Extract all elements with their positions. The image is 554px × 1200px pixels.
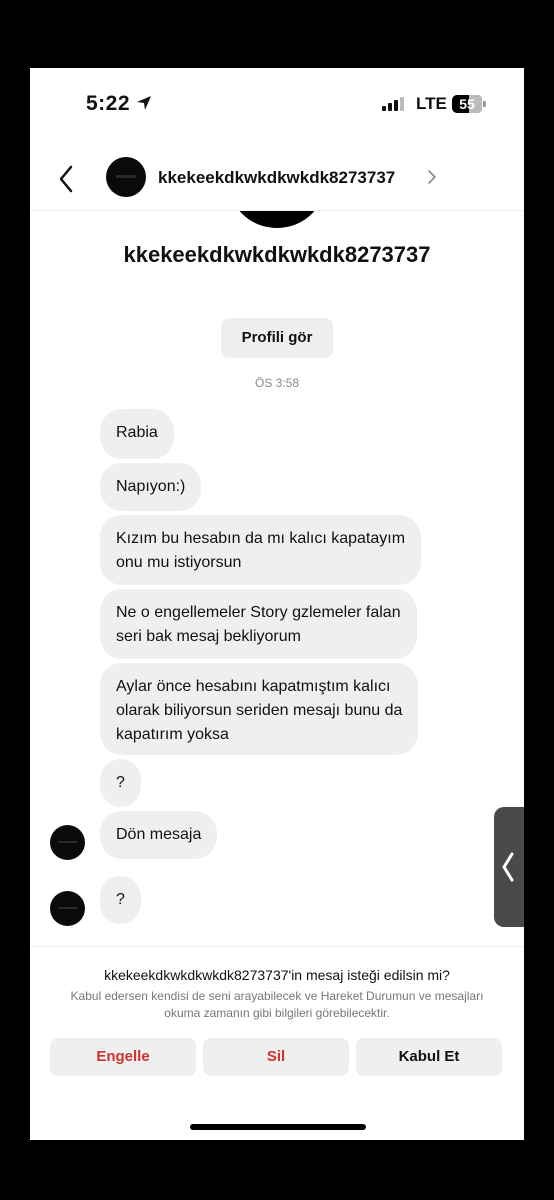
network-type: LTE <box>416 94 447 113</box>
message-bubble[interactable]: ? <box>100 759 141 807</box>
sender-avatar[interactable] <box>50 825 85 860</box>
phone-screen: 5:22 LTE 55 kkekeekdkwkdkwkdk8273737 kke… <box>30 68 524 1140</box>
status-time: 5:22 <box>86 92 131 115</box>
location-arrow-icon <box>137 96 151 110</box>
chat-header: kkekeekdkwkdkwkdk8273737 <box>30 148 524 211</box>
signal-icon <box>382 97 404 111</box>
profile-name: kkekeekdkwkdkwkdk8273737 <box>123 242 431 267</box>
header-username[interactable]: kkekeekdkwkdkwkdk8273737 <box>158 168 395 188</box>
message-bubble[interactable]: Napıyon:) <box>100 463 202 511</box>
chevron-left-icon <box>502 852 514 882</box>
message-bubble[interactable]: Ne o engellemeler Story gzlemeler falan … <box>100 589 417 659</box>
chevron-right-icon[interactable] <box>428 170 436 184</box>
message-bubble[interactable]: Dön mesaja <box>100 811 218 859</box>
view-profile-button[interactable]: Profili gör <box>221 318 333 358</box>
message-timestamp: ÖS 3:58 <box>254 376 300 390</box>
block-button[interactable]: Engelle <box>50 1038 196 1076</box>
message-bubble[interactable]: Kızım bu hesabın da mı kalıcı kapatayım … <box>100 515 422 585</box>
status-bar: 5:22 LTE 55 <box>30 68 524 140</box>
battery-icon: 55 <box>452 95 482 113</box>
request-description: Kabul edersen kendisi de seni arayabilec… <box>70 989 484 1020</box>
message-bubble[interactable]: ? <box>100 876 141 924</box>
message-request-panel: kkekeekdkwkdkwkdk8273737'in mesaj isteği… <box>30 946 524 1140</box>
side-panel-handle[interactable] <box>494 807 524 927</box>
delete-button[interactable]: Sil <box>203 1038 349 1076</box>
request-title: kkekeekdkwkdkwkdk8273737'in mesaj isteği… <box>104 967 450 983</box>
sender-avatar[interactable] <box>50 891 85 926</box>
back-arrow-icon[interactable] <box>58 165 74 193</box>
accept-button[interactable]: Kabul Et <box>356 1038 502 1076</box>
message-bubble[interactable]: Aylar önce hesabını kapatmıştım kalıcı o… <box>100 663 419 755</box>
battery-tip <box>483 101 486 107</box>
message-bubble[interactable]: Rabia <box>100 409 174 459</box>
header-avatar[interactable] <box>106 157 146 197</box>
home-indicator[interactable] <box>190 1124 366 1130</box>
battery-percent: 55 <box>459 96 475 112</box>
